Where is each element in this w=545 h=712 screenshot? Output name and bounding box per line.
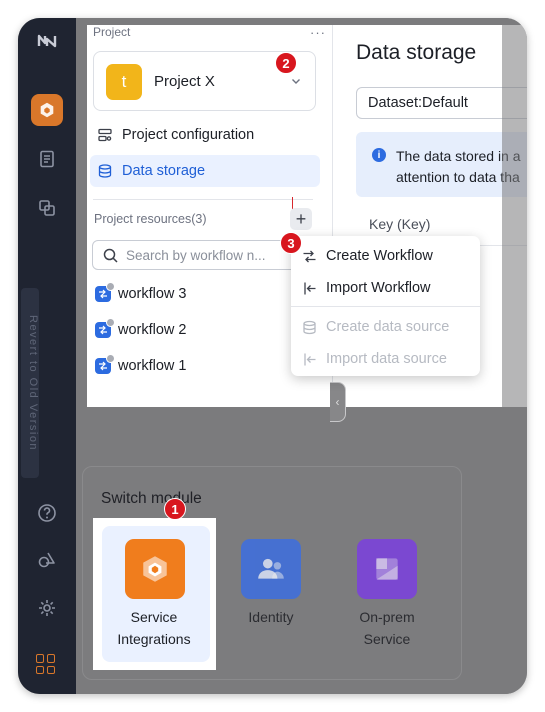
more-options-icon[interactable]: ··· xyxy=(310,25,326,40)
menu-label: Import Workflow xyxy=(326,280,431,296)
add-resource-button[interactable]: + xyxy=(290,208,312,230)
document-list-icon[interactable] xyxy=(32,144,62,174)
menu-divider xyxy=(291,306,480,307)
database-icon xyxy=(98,164,112,178)
switch-module-title: Switch module xyxy=(101,490,202,507)
module-label: Identity xyxy=(248,609,294,625)
database-icon xyxy=(303,320,316,334)
shapes-icon[interactable] xyxy=(32,545,62,575)
import-icon xyxy=(304,353,316,365)
on-prem-icon[interactable] xyxy=(357,539,417,599)
menu-label: Create data source xyxy=(326,319,450,335)
workflow-search-input[interactable]: Search by workflow n... xyxy=(92,240,298,270)
app-logo-icon[interactable] xyxy=(32,26,62,56)
help-icon[interactable] xyxy=(32,498,62,528)
step-badge-1: 1 xyxy=(164,498,186,520)
menu-label: Import data source xyxy=(326,351,447,367)
workflow-label: workflow 3 xyxy=(118,286,187,302)
workflow-icon xyxy=(95,318,115,338)
project-header-label: Project xyxy=(93,25,131,39)
info-icon: i xyxy=(372,148,386,162)
link-blocks-icon[interactable] xyxy=(32,193,62,223)
service-integrations-app-icon[interactable] xyxy=(31,94,63,126)
module-label: On-prem Service xyxy=(359,609,415,647)
module-grid-icon[interactable] xyxy=(36,654,56,674)
workflow-item[interactable]: workflow 2 xyxy=(95,318,275,342)
nav-label: Project configuration xyxy=(122,127,255,143)
service-integrations-icon[interactable] xyxy=(125,539,185,599)
menu-item-create-workflow[interactable]: Create Workflow xyxy=(291,241,480,271)
dim-overlay-edge xyxy=(502,25,527,407)
identity-icon[interactable] xyxy=(241,539,301,599)
divider xyxy=(93,199,313,200)
workflow-label: workflow 2 xyxy=(118,322,187,338)
search-icon xyxy=(103,248,118,263)
import-icon xyxy=(304,282,316,294)
step-badge-3: 3 xyxy=(280,232,302,254)
workflow-item[interactable]: workflow 3 xyxy=(95,282,275,306)
chevron-down-icon xyxy=(292,79,300,84)
settings-gear-icon[interactable] xyxy=(32,593,62,623)
nav-project-configuration[interactable]: Project configuration xyxy=(90,119,320,151)
workflow-item[interactable]: workflow 1 xyxy=(95,354,275,378)
nav-data-storage[interactable]: Data storage xyxy=(90,155,320,187)
key-column-header: Key (Key) xyxy=(369,216,431,232)
menu-item-import-data-source: Import data source xyxy=(291,344,480,374)
workflow-create-icon xyxy=(303,250,316,262)
nav-label: Data storage xyxy=(122,163,206,179)
left-rail: Revert to Old Version xyxy=(18,18,76,694)
module-label: Service Integrations xyxy=(117,609,191,647)
workflow-label: workflow 1 xyxy=(118,358,187,374)
project-avatar: t xyxy=(106,64,142,100)
revert-version-label: Revert to Old Version xyxy=(27,314,39,452)
menu-item-import-workflow[interactable]: Import Workflow xyxy=(291,273,480,303)
project-name: Project X xyxy=(154,73,215,90)
create-menu: Create Workflow Import Workflow Create d… xyxy=(291,236,480,376)
project-resources-title: Project resources(3) xyxy=(94,212,207,226)
workflow-icon xyxy=(95,354,115,374)
workflow-icon xyxy=(95,282,115,302)
menu-item-create-data-source: Create data source xyxy=(291,312,480,342)
collapse-panel-handle[interactable]: ‹ xyxy=(330,382,346,422)
menu-label: Create Workflow xyxy=(326,248,433,264)
settings-sliders-icon xyxy=(98,128,112,142)
step-badge-2: 2 xyxy=(275,52,297,74)
page-title: Data storage xyxy=(356,41,477,64)
app-window: Revert to Old Version Project ··· t Proj… xyxy=(18,18,527,694)
search-placeholder: Search by workflow n... xyxy=(126,247,266,263)
